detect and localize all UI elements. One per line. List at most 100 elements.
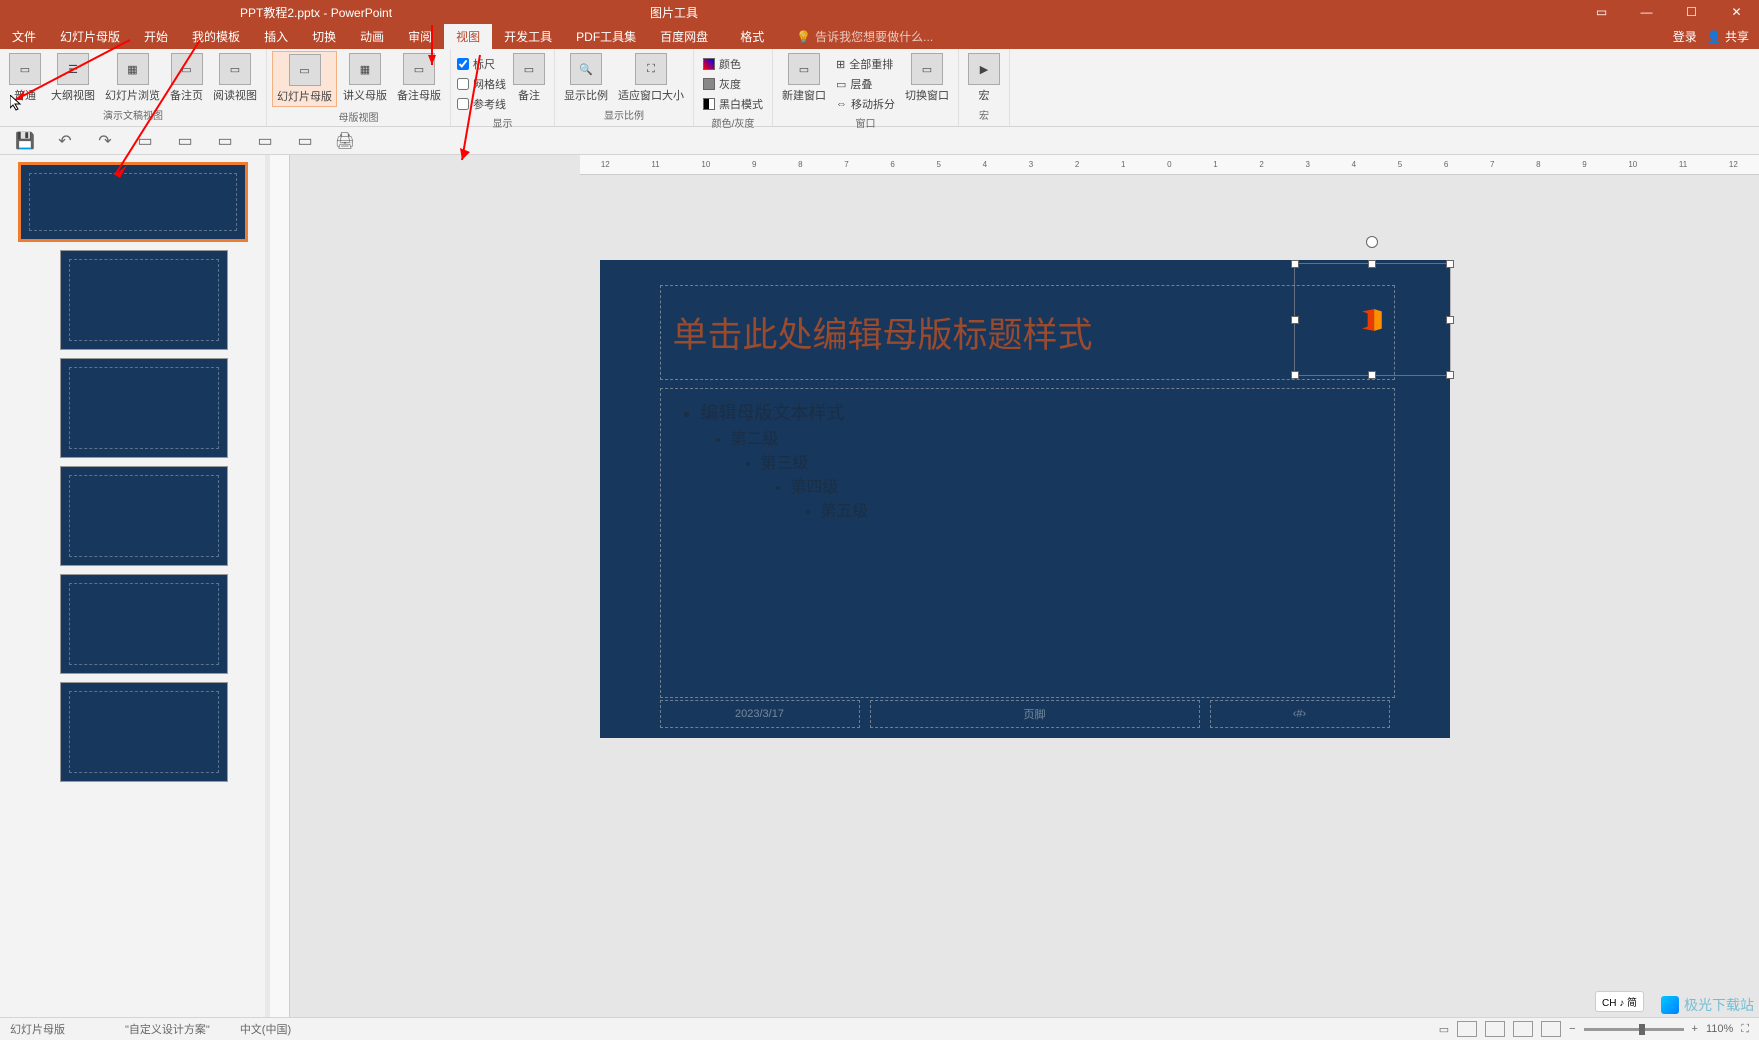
layout-thumbnail-1[interactable] — [60, 250, 228, 350]
share-button[interactable]: 👤 共享 — [1707, 28, 1749, 45]
tab-home[interactable]: 开始 — [132, 23, 180, 50]
canvas-area[interactable]: 1211109876543210123456789101112 单击此处编辑母版… — [290, 155, 1759, 1017]
tab-file[interactable]: 文件 — [0, 23, 48, 50]
office-logo-icon — [1359, 307, 1385, 333]
switch-window-button[interactable]: ▭切换窗口 — [901, 51, 953, 105]
gridlines-checkbox[interactable]: 网格线 — [456, 75, 507, 93]
zoom-value[interactable]: 110% — [1706, 1023, 1733, 1035]
tab-my-templates[interactable]: 我的模板 — [180, 23, 252, 50]
tab-transitions[interactable]: 切换 — [300, 23, 348, 50]
minimize-button[interactable]: — — [1624, 0, 1669, 24]
zoom-slider[interactable] — [1584, 1028, 1684, 1031]
group-label: 显示 — [456, 113, 549, 132]
notes-master-button[interactable]: ▭备注母版 — [393, 51, 445, 105]
qa-btn-7[interactable]: ▭ — [255, 131, 275, 151]
handout-master-button[interactable]: ▦讲义母版 — [339, 51, 391, 105]
tab-review[interactable]: 审阅 — [396, 23, 444, 50]
tab-slide-master[interactable]: 幻灯片母版 — [48, 23, 132, 50]
split-icon: ⇔ — [836, 98, 847, 110]
status-language[interactable]: 中文(中国) — [240, 1021, 291, 1037]
notes-button[interactable]: ▭备注 — [509, 51, 549, 105]
resize-handle-tr[interactable] — [1446, 260, 1454, 268]
footer-placeholder[interactable]: 页脚 — [870, 700, 1200, 728]
tell-me-search[interactable]: 💡 告诉我您想要做什么... — [796, 28, 933, 45]
status-theme[interactable]: "自定义设计方案" — [125, 1021, 210, 1037]
move-split-button[interactable]: ⇔移动拆分 — [832, 95, 899, 113]
layout-thumbnail-4[interactable] — [60, 574, 228, 674]
zoom-button[interactable]: 🔍显示比例 — [560, 51, 612, 105]
save-button[interactable]: 💾 — [15, 131, 35, 151]
resize-handle-lm[interactable] — [1291, 316, 1299, 324]
resize-handle-bl[interactable] — [1291, 371, 1299, 379]
normal-view-button[interactable]: ▭普通 — [5, 51, 45, 105]
cascade-button[interactable]: ▭层叠 — [832, 75, 899, 93]
slide-number-placeholder[interactable]: ‹#› — [1210, 700, 1390, 728]
zoom-slider-thumb[interactable] — [1639, 1024, 1645, 1035]
arrange-all-button[interactable]: ⊞全部重排 — [832, 55, 899, 73]
slideshow-status-button[interactable] — [1541, 1021, 1561, 1037]
outline-view-button[interactable]: ☰大纲视图 — [47, 51, 99, 105]
qa-btn-4[interactable]: ▭ — [135, 131, 155, 151]
group-label: 母版视图 — [272, 107, 445, 126]
slide-master-canvas[interactable]: 单击此处编辑母版标题样式 编辑母版文本样式 第二级 第三级 第四级 第五级 — [600, 260, 1450, 738]
maximize-button[interactable]: ☐ — [1669, 0, 1714, 24]
redo-button[interactable]: ↷ — [95, 131, 115, 151]
level-3-text: 第三级 第四级 第五级 — [761, 449, 1374, 521]
normal-view-status-button[interactable] — [1457, 1021, 1477, 1037]
fit-to-window-button[interactable]: ⛶ — [1741, 1023, 1749, 1036]
group-show: 标尺 网格线 参考线 ▭备注 显示 — [451, 49, 555, 126]
slide-sorter-button[interactable]: ▦幻灯片浏览 — [101, 51, 164, 105]
qa-btn-9[interactable]: 🖨 — [335, 131, 355, 151]
tab-baidu-netdisk[interactable]: 百度网盘 — [648, 23, 720, 50]
qa-btn-8[interactable]: ▭ — [295, 131, 315, 151]
reading-view-button[interactable]: ▭阅读视图 — [209, 51, 261, 105]
notes-toggle[interactable]: ▭ — [1439, 1023, 1449, 1036]
slide-master-button[interactable]: ▭幻灯片母版 — [272, 51, 337, 107]
ribbon-display-options[interactable]: ▭ — [1579, 0, 1624, 24]
master-thumbnail[interactable] — [18, 162, 248, 242]
tab-view[interactable]: 视图 — [444, 23, 492, 50]
tab-pdf-tools[interactable]: PDF工具集 — [564, 23, 648, 50]
zoom-out-button[interactable]: − — [1569, 1023, 1575, 1035]
reading-view-status-button[interactable] — [1513, 1021, 1533, 1037]
ribbon: ▭普通 ☰大纲视图 ▦幻灯片浏览 ▭备注页 ▭阅读视图 演示文稿视图 ▭幻灯片母… — [0, 49, 1759, 127]
tab-format[interactable]: 格式 — [728, 23, 776, 50]
layout-thumbnail-3[interactable] — [60, 466, 228, 566]
color-mode-button[interactable]: 颜色 — [699, 55, 767, 73]
fit-window-button[interactable]: ⛶适应窗口大小 — [614, 51, 688, 105]
login-link[interactable]: 登录 — [1673, 28, 1697, 45]
selected-image-object[interactable] — [1294, 263, 1451, 376]
content-placeholder[interactable]: 编辑母版文本样式 第二级 第三级 第四级 第五级 — [660, 388, 1395, 698]
tell-me-label: 告诉我您想要做什么... — [815, 28, 933, 45]
slide-thumbnail-panel[interactable] — [0, 155, 265, 1017]
guides-checkbox[interactable]: 参考线 — [456, 95, 507, 113]
zoom-in-button[interactable]: + — [1692, 1023, 1698, 1035]
rotate-handle[interactable] — [1366, 236, 1378, 248]
group-label: 演示文稿视图 — [5, 105, 261, 124]
grayscale-button[interactable]: 灰度 — [699, 75, 767, 93]
title-placeholder[interactable]: 单击此处编辑母版标题样式 — [660, 285, 1395, 380]
resize-handle-bm[interactable] — [1368, 371, 1376, 379]
layout-thumbnail-5[interactable] — [60, 682, 228, 782]
tab-insert[interactable]: 插入 — [252, 23, 300, 50]
resize-handle-tm[interactable] — [1368, 260, 1376, 268]
sorter-view-status-button[interactable] — [1485, 1021, 1505, 1037]
notes-page-button[interactable]: ▭备注页 — [166, 51, 207, 105]
ruler-checkbox[interactable]: 标尺 — [456, 55, 507, 73]
ime-indicator[interactable]: CH ♪ 简 — [1595, 991, 1644, 1012]
tab-animations[interactable]: 动画 — [348, 23, 396, 50]
tab-developer[interactable]: 开发工具 — [492, 23, 564, 50]
resize-handle-rm[interactable] — [1446, 316, 1454, 324]
group-label: 显示比例 — [560, 105, 688, 124]
undo-button[interactable]: ↶ — [55, 131, 75, 151]
qa-btn-5[interactable]: ▭ — [175, 131, 195, 151]
resize-handle-br[interactable] — [1446, 371, 1454, 379]
bw-button[interactable]: 黑白模式 — [699, 95, 767, 113]
close-button[interactable]: ✕ — [1714, 0, 1759, 24]
date-placeholder[interactable]: 2023/3/17 — [660, 700, 860, 728]
new-window-button[interactable]: ▭新建窗口 — [778, 51, 830, 105]
resize-handle-tl[interactable] — [1291, 260, 1299, 268]
qa-btn-6[interactable]: ▭ — [215, 131, 235, 151]
macros-button[interactable]: ▶宏 — [964, 51, 1004, 105]
layout-thumbnail-2[interactable] — [60, 358, 228, 458]
